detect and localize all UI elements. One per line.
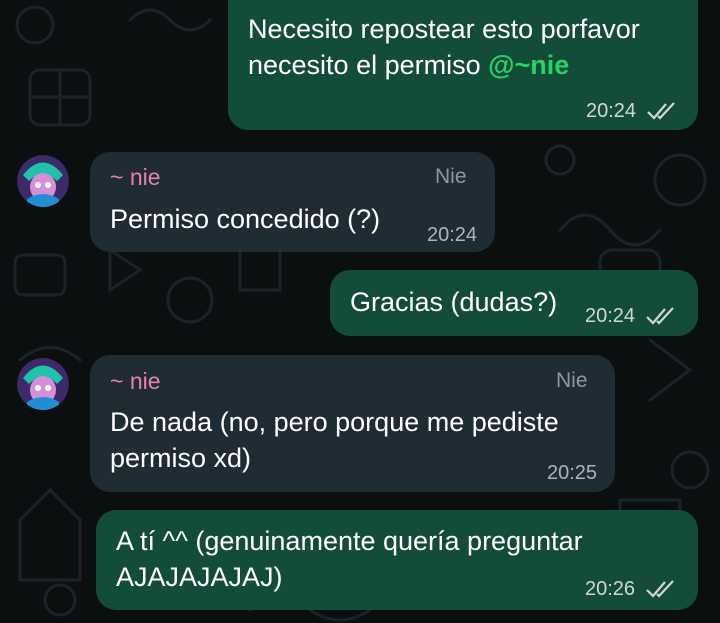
message-text: necesito el permiso @~nie [248,50,570,80]
double-check-icon [647,102,675,120]
message-time: 20:24 [427,224,478,246]
message-bubble-outgoing[interactable]: Necesito repostear esto porfavor necesit… [228,0,698,130]
sender-name[interactable]: ~ nie [110,164,161,190]
sender-alias: Nie [556,369,588,392]
message-text: Necesito repostear esto porfavor [248,14,640,44]
message-time: 20:24 [586,100,637,122]
message-time: 20:24 [585,305,636,327]
sender-avatar[interactable] [17,358,69,410]
double-check-icon [646,580,674,598]
message-bubble-incoming[interactable]: ~ nie Nie Permiso concedido (?) 20:24 [90,152,495,252]
message-text: Permiso concedido (?) [110,204,381,234]
message-bubble-outgoing[interactable]: A tí ^^ (genuinamente quería preguntar A… [96,510,698,610]
message-time: 20:25 [547,462,598,484]
message-text: A tí ^^ (genuinamente quería preguntar [116,526,583,556]
sender-alias: Nie [435,165,467,188]
double-check-icon [646,307,674,325]
sender-avatar[interactable] [17,155,69,207]
message-text: De nada (no, pero porque me pediste [110,407,559,437]
message-bubble-incoming[interactable]: ~ nie Nie De nada (no, pero porque me pe… [90,355,615,492]
user-avatar-icon [17,358,69,410]
user-avatar-icon [17,155,69,207]
message-text: AJAJAJAJAJ) [116,562,283,592]
mention-link[interactable]: @~nie [488,50,569,80]
message-bubble-outgoing[interactable]: Gracias (dudas?) 20:24 [330,270,698,336]
message-time: 20:26 [585,578,636,600]
sender-name[interactable]: ~ nie [110,368,161,394]
message-text: permiso xd) [110,443,252,473]
message-text: Gracias (dudas?) [350,287,558,317]
